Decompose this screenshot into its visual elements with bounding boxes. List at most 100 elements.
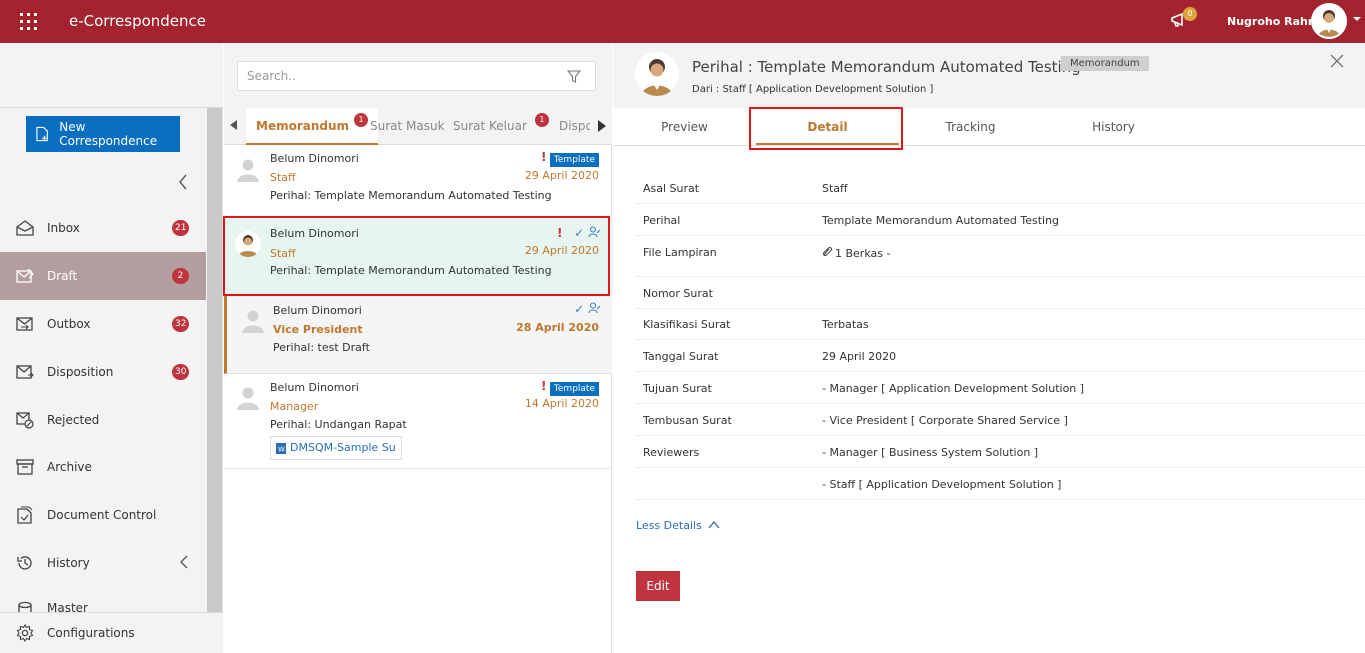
sidebar-item-label: Archive [47,460,92,474]
tab-surat-keluar[interactable]: Surat Keluar 1 [453,108,549,145]
field-label: Reviewers [643,446,700,459]
sender-role: Manager [270,400,319,413]
tab-tracking[interactable]: Tracking [899,108,1042,146]
draft-count-badge: 2 [172,268,189,284]
archive-icon [16,458,34,476]
field-klasifikasi-surat: Klasifikasi Surat Terbatas [635,308,1365,340]
sidebar-item-archive[interactable]: Archive [0,443,206,491]
letter-type-chip: Memorandum [1061,56,1149,71]
field-label: Asal Surat [643,182,700,195]
sidebar-item-label: Draft [47,269,78,283]
detail-header: Perihal : Template Memorandum Automated … [613,43,1365,108]
sidebar-item-label: Document Control [47,508,157,522]
sidebar-item-rejected[interactable]: Rejected [0,396,206,444]
sidebar: New Correspondence Inbox 21 Draft 2 Outb… [0,43,223,653]
search-input[interactable]: Search.. [237,61,596,91]
field-tanggal-surat: Tanggal Surat 29 April 2020 [635,340,1365,372]
list-toolbar: Search.. [224,43,612,108]
sidebar-item-draft[interactable]: Draft 2 [0,252,206,300]
tab-scroll-left-icon[interactable] [230,120,237,130]
attachment-count[interactable]: 1 Berkas - [822,246,890,260]
item-subject: Perihal: Template Memorandum Automated T… [270,189,552,202]
field-value: Terbatas [822,318,869,331]
tab-label: Dispo [559,119,590,133]
list-item[interactable]: Belum Dinomori ! Template Manager 14 Apr… [224,374,612,469]
sidebar-item-label: Rejected [47,413,100,427]
list-item-selected[interactable]: Belum Dinomori ! ✓ Staff 29 April 2020 P… [224,218,612,294]
field-value: - Manager [ Application Development Solu… [822,382,1085,395]
word-file-icon: W [276,442,286,454]
rejected-icon [16,411,34,429]
sidebar-item-document-control[interactable]: Document Control [0,491,206,539]
new-document-icon [36,126,48,142]
field-value: Staff [822,182,848,195]
outbox-count-badge: 32 [172,316,190,332]
item-subject: Perihal: Template Memorandum Automated T… [270,264,552,277]
field-label: Tujuan Surat [643,382,712,395]
collapse-sidebar-chevron-icon[interactable] [178,174,188,190]
outbox-icon [16,315,34,333]
sidebar-item-inbox[interactable]: Inbox 21 [0,204,206,252]
field-value-text: 1 Berkas - [835,246,891,260]
sidebar-header [0,43,223,108]
sidebar-item-label: Disposition [47,365,114,379]
document-control-icon [16,506,34,524]
chevron-down-icon[interactable] [1353,17,1361,21]
field-file-lampiran: File Lampiran 1 Berkas - [635,236,1365,277]
tab-preview[interactable]: Preview [613,108,756,146]
new-correspondence-button[interactable]: New Correspondence [26,116,180,152]
detail-title: Perihal : Template Memorandum Automated … [692,58,1081,76]
sidebar-scrollbar[interactable] [207,108,222,613]
field-value: Template Memorandum Automated Testing [822,214,1060,227]
close-icon[interactable] [1330,54,1346,70]
attachment-chip[interactable]: W DMSQM-Sample Su [270,436,402,460]
item-subject: Perihal: test Draft [273,341,370,354]
edit-button[interactable]: Edit [636,571,680,601]
svg-text:W: W [278,445,285,453]
user-name[interactable]: Nugroho Rahm [1227,15,1319,28]
sidebar-item-label: History [47,556,90,570]
tab-scroll-right-icon[interactable] [598,120,606,132]
field-label: Klasifikasi Surat [643,318,731,331]
tab-disposition[interactable]: Dispo [559,108,590,145]
paperclip-icon [822,246,833,260]
default-avatar-icon [235,156,261,182]
list-item[interactable]: Belum Dinomori ! Template Staff 29 April… [224,145,612,218]
field-value: - Vice President [ Corporate Shared Serv… [822,414,1068,427]
inbox-count-badge: 21 [172,220,190,236]
user-avatar[interactable] [1311,3,1347,39]
sidebar-item-label: Inbox [47,221,80,235]
apps-grid-icon[interactable] [20,13,37,30]
sidebar-item-outbox[interactable]: Outbox 32 [0,300,206,348]
app-title: e-Correspondence [69,12,207,30]
field-tujuan-surat: Tujuan Surat - Manager [ Application Dev… [635,372,1365,404]
tab-label: Memorandum [256,119,350,133]
sidebar-item-master[interactable]: Master [0,589,206,613]
numbering-status: Belum Dinomori [270,381,359,394]
field-label: Tanggal Surat [643,350,719,363]
tab-badge: 1 [354,113,369,127]
list-item[interactable]: Belum Dinomori ✓ Vice President 28 April… [224,294,612,374]
less-details-link[interactable]: Less Details [636,519,720,532]
field-nomor-surat: Nomor Surat [635,277,1365,309]
item-date: 14 April 2020 [524,397,599,410]
tab-surat-masuk[interactable]: Surat Masuk [370,108,445,145]
tab-badge: 1 [534,113,549,127]
tab-memorandum[interactable]: Memorandum 1 [246,108,379,145]
sender-avatar [635,52,679,96]
new-correspondence-label: New Correspondence [59,120,158,148]
filter-icon[interactable] [566,70,582,86]
tab-history[interactable]: History [1042,108,1185,146]
field-reviewers: Reviewers - Manager [ Business System So… [635,436,1365,468]
configurations-label: Configurations [47,626,135,640]
check-reviewer-icon: ✓ [574,302,601,316]
chevron-up-icon [708,519,720,532]
sidebar-item-history[interactable]: History [0,539,206,587]
default-avatar-icon [240,307,266,333]
sidebar-item-configurations[interactable]: Configurations [0,612,223,653]
field-tembusan-surat: Tembusan Surat - Vice President [ Corpor… [635,404,1365,436]
draft-icon [16,267,34,285]
tab-detail[interactable]: Detail [756,108,899,146]
sidebar-item-disposition[interactable]: Disposition 30 [0,348,206,396]
tab-label: Surat Keluar [453,119,527,133]
